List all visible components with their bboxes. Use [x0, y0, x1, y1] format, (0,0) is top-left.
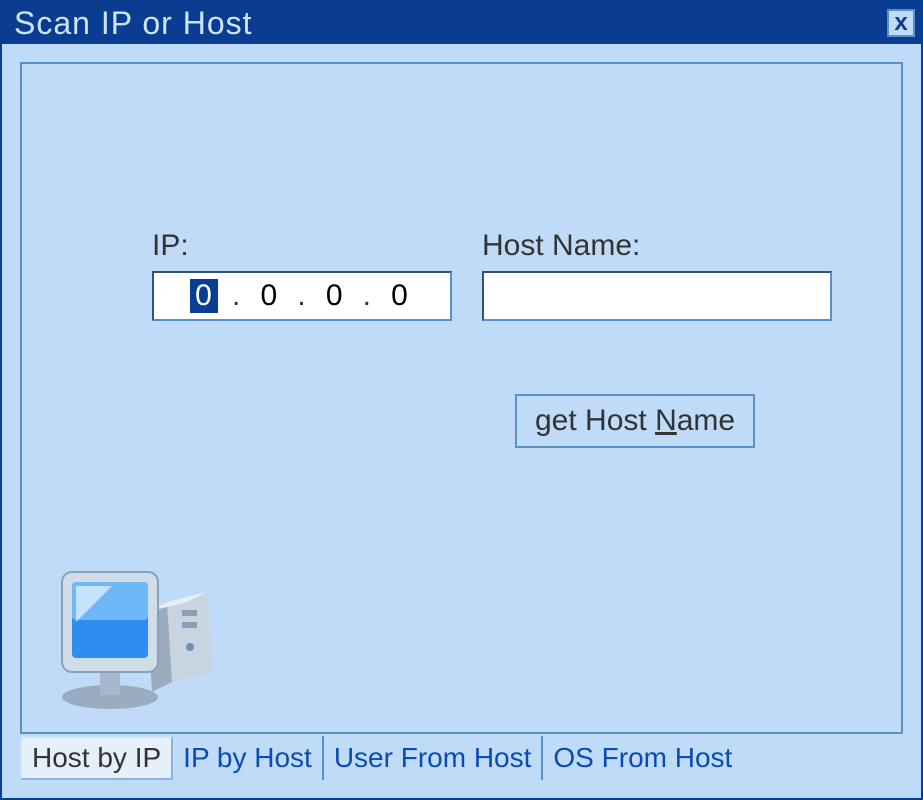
hostname-label: Host Name:	[482, 229, 832, 263]
main-panel: IP: 0 . 0 . 0 . 0 Host Name:	[20, 62, 903, 734]
hostname-field-group: Host Name:	[482, 229, 832, 321]
tab-host-by-ip[interactable]: Host by IP	[20, 736, 173, 780]
tab-user-from-host[interactable]: User From Host	[324, 736, 544, 780]
ip-octet-1[interactable]: 0	[190, 279, 218, 313]
content-wrapper: IP: 0 . 0 . 0 . 0 Host Name:	[2, 44, 921, 798]
tab-os-from-host[interactable]: OS From Host	[543, 736, 742, 780]
computer-icon	[42, 552, 232, 712]
tab-ip-by-host[interactable]: IP by Host	[173, 736, 324, 780]
ip-octet-4[interactable]: 0	[386, 279, 414, 313]
ip-input[interactable]: 0 . 0 . 0 . 0	[152, 271, 452, 321]
ip-dot: .	[349, 279, 386, 313]
bottom-tabs: Host by IP IP by Host User From Host OS …	[20, 736, 903, 780]
ip-dot: .	[283, 279, 320, 313]
window-title: Scan IP or Host	[14, 5, 253, 42]
ip-octet-3[interactable]: 0	[321, 279, 349, 313]
scan-ip-window: Scan IP or Host x IP: 0 . 0 . 0 . 0	[0, 0, 923, 800]
ip-field-group: IP: 0 . 0 . 0 . 0	[152, 229, 452, 321]
button-row: get Host Name	[515, 394, 755, 448]
form-area: IP: 0 . 0 . 0 . 0 Host Name:	[152, 229, 841, 321]
ip-dot: .	[218, 279, 255, 313]
hostname-input[interactable]	[482, 271, 832, 321]
close-button[interactable]: x	[887, 9, 915, 37]
ip-label: IP:	[152, 229, 452, 263]
close-icon: x	[894, 12, 907, 34]
titlebar: Scan IP or Host x	[2, 2, 921, 44]
ip-octet-2[interactable]: 0	[255, 279, 283, 313]
get-hostname-button[interactable]: get Host Name	[515, 394, 755, 448]
